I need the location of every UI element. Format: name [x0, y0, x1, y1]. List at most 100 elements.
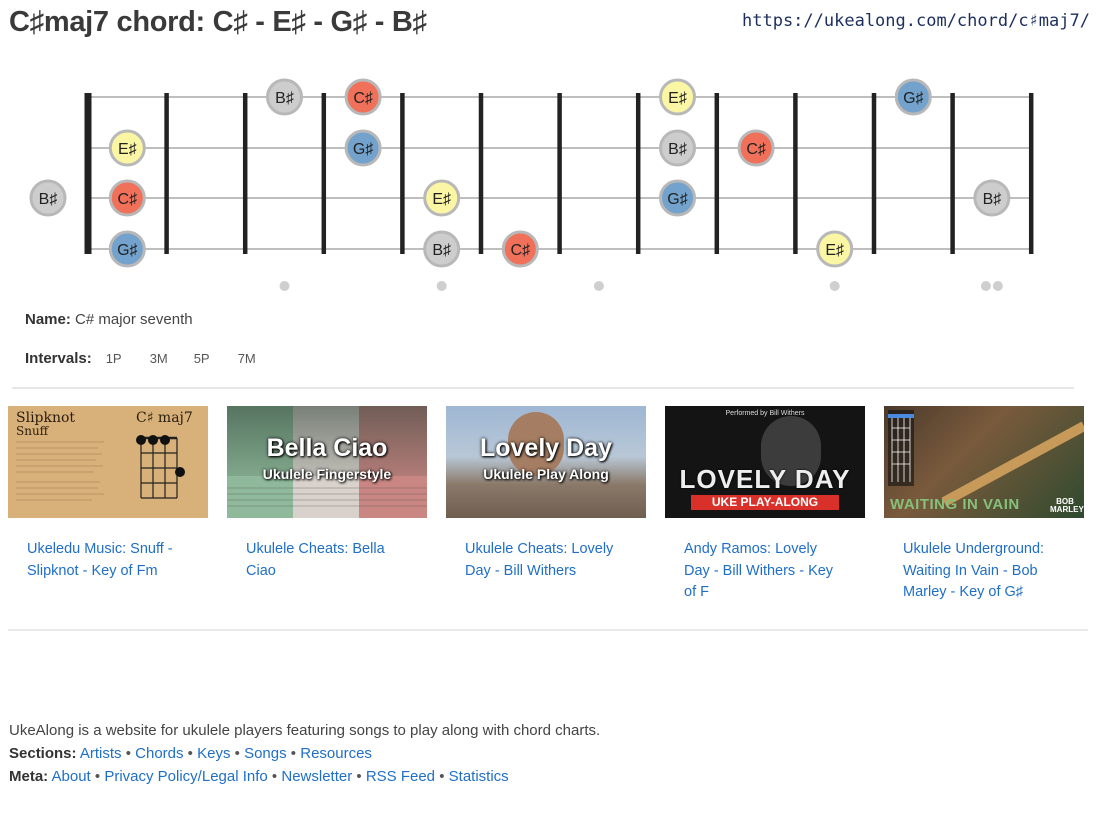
video-thumbnail[interactable]: Bella Ciao Ukulele Fingerstyle [227, 406, 427, 518]
video-thumbnail[interactable]: WAITING IN VAIN BOB MARLEY [884, 406, 1084, 518]
note-label: E♯ [825, 242, 844, 259]
note-marker: B♯ [659, 129, 696, 167]
note-label: C♯ [746, 141, 766, 158]
note-marker: G♯ [108, 230, 146, 268]
video-link[interactable]: Ukulele Underground: Waiting In Vain - B… [903, 539, 1063, 604]
note-label: E♯ [668, 90, 687, 107]
note-label: G♯ [353, 141, 373, 158]
fret-marker-dot [593, 281, 604, 291]
thumb-chord: C♯ maj7 [136, 410, 193, 426]
thumb-title: LOVELY DAY [679, 464, 851, 494]
fret-marker-dot [980, 281, 991, 291]
footer-link-newsletter[interactable]: Newsletter [281, 768, 352, 785]
video-card: Lovely Day Ukulele Play Along Ukulele Ch… [446, 406, 646, 582]
footer-separator: • [271, 768, 278, 785]
thumb-title: Bella Ciao [266, 434, 388, 462]
note-label: E♯ [432, 191, 451, 208]
video-link[interactable]: Andy Ramos: Lovely Day - Bill Withers - … [684, 539, 844, 604]
footer-link-statistics[interactable]: Statistics [449, 768, 509, 785]
interval-2: 3M [149, 351, 168, 366]
note-marker: B♯ [266, 78, 303, 116]
interval-1: 1P [105, 351, 122, 366]
footer-link-songs[interactable]: Songs [244, 745, 287, 762]
chord-name-label: Name: [25, 311, 71, 328]
note-label: B♯ [275, 90, 294, 107]
note-label: E♯ [118, 141, 137, 158]
video-link[interactable]: Ukeledu Music: Snuff - Slipknot - Key of… [27, 539, 187, 582]
footer-separator: • [187, 745, 193, 762]
video-card: Slipknot Snuff C♯ maj7 Ukeledu Music: Sn… [8, 406, 208, 582]
video-link[interactable]: Ukulele Cheats: Lovely Day - Bill Wither… [465, 539, 625, 582]
footer-link-keys[interactable]: Keys [197, 745, 230, 762]
footer-link-artists[interactable]: Artists [80, 745, 122, 762]
footer-separator: • [439, 768, 445, 785]
chord-intervals-label: Intervals: [25, 350, 92, 367]
note-marker: E♯ [423, 179, 461, 217]
thumb-title: Lovely Day [479, 434, 612, 462]
footer-link-about[interactable]: About [52, 768, 91, 785]
note-marker: E♯ [816, 230, 854, 268]
video-thumbnail[interactable]: Slipknot Snuff C♯ maj7 [8, 406, 208, 518]
video-card: WAITING IN VAIN BOB MARLEY Ukulele Under… [884, 406, 1084, 604]
note-marker: B♯ [29, 179, 67, 217]
note-label: G♯ [903, 90, 923, 107]
page-title: C♯maj7 chord: C♯ - E♯ - G♯ - B♯ [9, 6, 427, 38]
thumb-title: WAITING IN VAIN [890, 496, 1020, 513]
thumb-top-text: Performed by Bill Withers [725, 410, 805, 417]
video-thumbnail[interactable]: Lovely Day Ukulele Play Along [446, 406, 646, 518]
footer-link-rss[interactable]: RSS Feed [366, 768, 435, 785]
note-label: G♯ [667, 191, 687, 208]
video-card: Performed by Bill Withers LOVELY DAY UKE… [665, 406, 865, 604]
footer-separator: • [356, 768, 362, 785]
video-thumbnail[interactable]: Performed by Bill Withers LOVELY DAY UKE… [665, 406, 865, 518]
footer-separator: • [125, 745, 131, 762]
section-divider [8, 629, 1088, 631]
fret-marker-dot [279, 281, 290, 291]
footer-meta-label: Meta: [9, 768, 49, 785]
footer-about: UkeAlong is a website for ukulele player… [9, 722, 601, 739]
note-label: B♯ [432, 242, 451, 259]
thumb-subtitle: Snuff [16, 424, 49, 438]
note-marker: B♯ [423, 230, 461, 268]
fret-marker-dot [992, 281, 1003, 291]
fret-marker-dot [829, 281, 840, 291]
note-label: B♯ [983, 191, 1002, 208]
note-marker: G♯ [659, 179, 696, 217]
note-marker: G♯ [344, 129, 382, 167]
note-marker: C♯ [501, 230, 539, 268]
footer-link-chords[interactable]: Chords [135, 745, 183, 762]
footer-sections-label: Sections: [9, 745, 77, 762]
fret-marker-dot [436, 281, 447, 291]
thumb-badge: BOB MARLEY [1050, 497, 1084, 514]
note-marker: E♯ [659, 78, 696, 116]
note-marker: B♯ [973, 179, 1011, 217]
interval-4: 7M [237, 351, 256, 366]
note-label: C♯ [118, 191, 138, 208]
note-marker: C♯ [344, 78, 382, 116]
footer-meta: Meta: About • Privacy Policy/Legal Info … [9, 765, 600, 788]
video-link[interactable]: Ukulele Cheats: Bella Ciao [246, 539, 406, 582]
note-label: C♯ [353, 90, 373, 107]
video-card: Bella Ciao Ukulele Fingerstyle Ukulele C… [227, 406, 427, 582]
note-label: G♯ [117, 242, 137, 259]
note-label: B♯ [39, 191, 58, 208]
footer-separator: • [290, 745, 297, 762]
thumb-subtitle: Ukulele Play Along [483, 466, 609, 482]
footer-separator: • [94, 768, 101, 785]
chord-intervals-row: Intervals: 1P 3M 5P 7M [25, 350, 268, 367]
footer-sections: Sections: Artists • Chords • Keys • Song… [9, 742, 600, 765]
footer-separator: • [234, 745, 240, 762]
note-label: B♯ [668, 141, 687, 158]
interval-3: 5P [193, 351, 210, 366]
note-marker: E♯ [108, 129, 146, 167]
chord-name-row: Name: C# major seventh [25, 311, 193, 328]
fretboard-diagram: B♯ C♯ E♯ G♯ E♯ G♯ B♯ C♯ B♯ C♯ E♯ G♯ B♯ G♯ B♯ C♯ E♯ [29, 78, 1034, 291]
chord-name-value: C# major seventh [75, 311, 193, 328]
footer-link-privacy[interactable]: Privacy Policy/Legal Info [104, 768, 267, 785]
footer-link-resources[interactable]: Resources [300, 745, 372, 762]
page-url: https://ukealong.com/chord/c♯maj7/ [742, 11, 1090, 31]
site-footer: UkeAlong is a website for ukulele player… [9, 719, 600, 788]
note-marker: C♯ [108, 179, 146, 217]
note-label: C♯ [511, 242, 531, 259]
section-divider [12, 387, 1074, 389]
